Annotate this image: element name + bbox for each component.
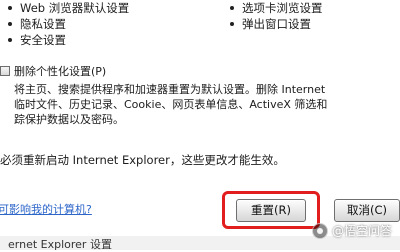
restart-note: 必须重新启动 Internet Explorer，这些更改才能生效。 — [0, 153, 285, 167]
bullet-item: 弹出窗口设置 — [230, 16, 400, 32]
watermark-text: @悟空问答 — [331, 224, 392, 238]
bullet-dot — [230, 5, 234, 10]
wukong-logo-icon — [311, 222, 328, 239]
bullet-dot — [8, 21, 12, 26]
delete-personal-settings-label[interactable]: 删除个性化设置(P) — [14, 63, 106, 79]
reset-items-right-list: 选项卡浏览设置 弹出窗口设置 — [230, 0, 400, 32]
bullet-dot — [8, 37, 12, 42]
bullet-dot — [8, 5, 12, 10]
description-line: 临时文件、历史记录、Cookie、网页表单信息、ActiveX 筛选和 — [14, 98, 328, 111]
bullet-text: 弹出窗口设置 — [242, 17, 311, 31]
bullet-item: Web 浏览器默认设置 — [8, 0, 198, 16]
bullet-text: Web 浏览器默认设置 — [20, 1, 130, 15]
cancel-button[interactable]: 取消(C) — [334, 199, 400, 222]
reset-button[interactable]: 重置(R) — [236, 199, 306, 222]
bullet-text: 选项卡浏览设置 — [242, 1, 323, 15]
watermark: @悟空问答 — [311, 222, 392, 239]
bullet-item: 安全设置 — [8, 32, 198, 48]
bullet-dot — [230, 21, 234, 26]
bullet-item: 隐私设置 — [8, 16, 198, 32]
description-line: 将主页、搜索提供程序和加速器重置为默认设置。删除 Internet — [14, 83, 326, 96]
help-link[interactable]: 可影响我的计算机? — [0, 201, 92, 217]
description-line: 踪保护数据以及密码。 — [14, 113, 124, 126]
personal-settings-description: 将主页、搜索提供程序和加速器重置为默认设置。删除 Internet 临时文件、历… — [14, 82, 400, 127]
bullet-item: 选项卡浏览设置 — [230, 0, 400, 16]
delete-personal-settings-checkbox[interactable] — [0, 66, 10, 76]
reset-ie-settings-dialog: Web 浏览器默认设置 隐私设置 安全设置 选项卡浏览设置 弹出窗口设置 删除个… — [0, 0, 400, 251]
reset-items-left-list: Web 浏览器默认设置 隐私设置 安全设置 — [8, 0, 198, 48]
bullet-text: 隐私设置 — [20, 17, 66, 31]
bullet-text: 安全设置 — [20, 33, 66, 47]
